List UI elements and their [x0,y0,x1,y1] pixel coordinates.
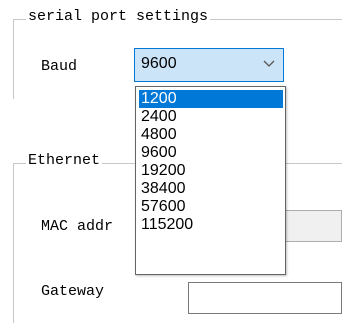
baud-dropdown-list[interactable]: 1200 2400 4800 9600 19200 38400 57600 11… [135,86,286,275]
gateway-field[interactable] [188,282,342,314]
baud-option[interactable]: 9600 [139,144,283,162]
baud-option[interactable]: 2400 [139,108,283,126]
baud-selected-value: 9600 [141,55,177,72]
serial-settings-title: serial port settings [26,8,211,26]
baud-combobox[interactable]: 9600 [134,48,284,82]
chevron-down-icon[interactable] [263,60,275,68]
baud-label: Baud [41,58,78,75]
baud-option[interactable]: 1200 [139,90,283,108]
gateway-label: Gateway [41,283,105,300]
ethernet-title: Ethernet [26,152,103,170]
baud-option[interactable]: 115200 [139,216,283,234]
baud-option[interactable]: 19200 [139,162,283,180]
mac-address-label: MAC addr [41,218,114,235]
baud-option[interactable]: 57600 [139,198,283,216]
baud-option[interactable]: 38400 [139,180,283,198]
baud-option[interactable]: 4800 [139,126,283,144]
